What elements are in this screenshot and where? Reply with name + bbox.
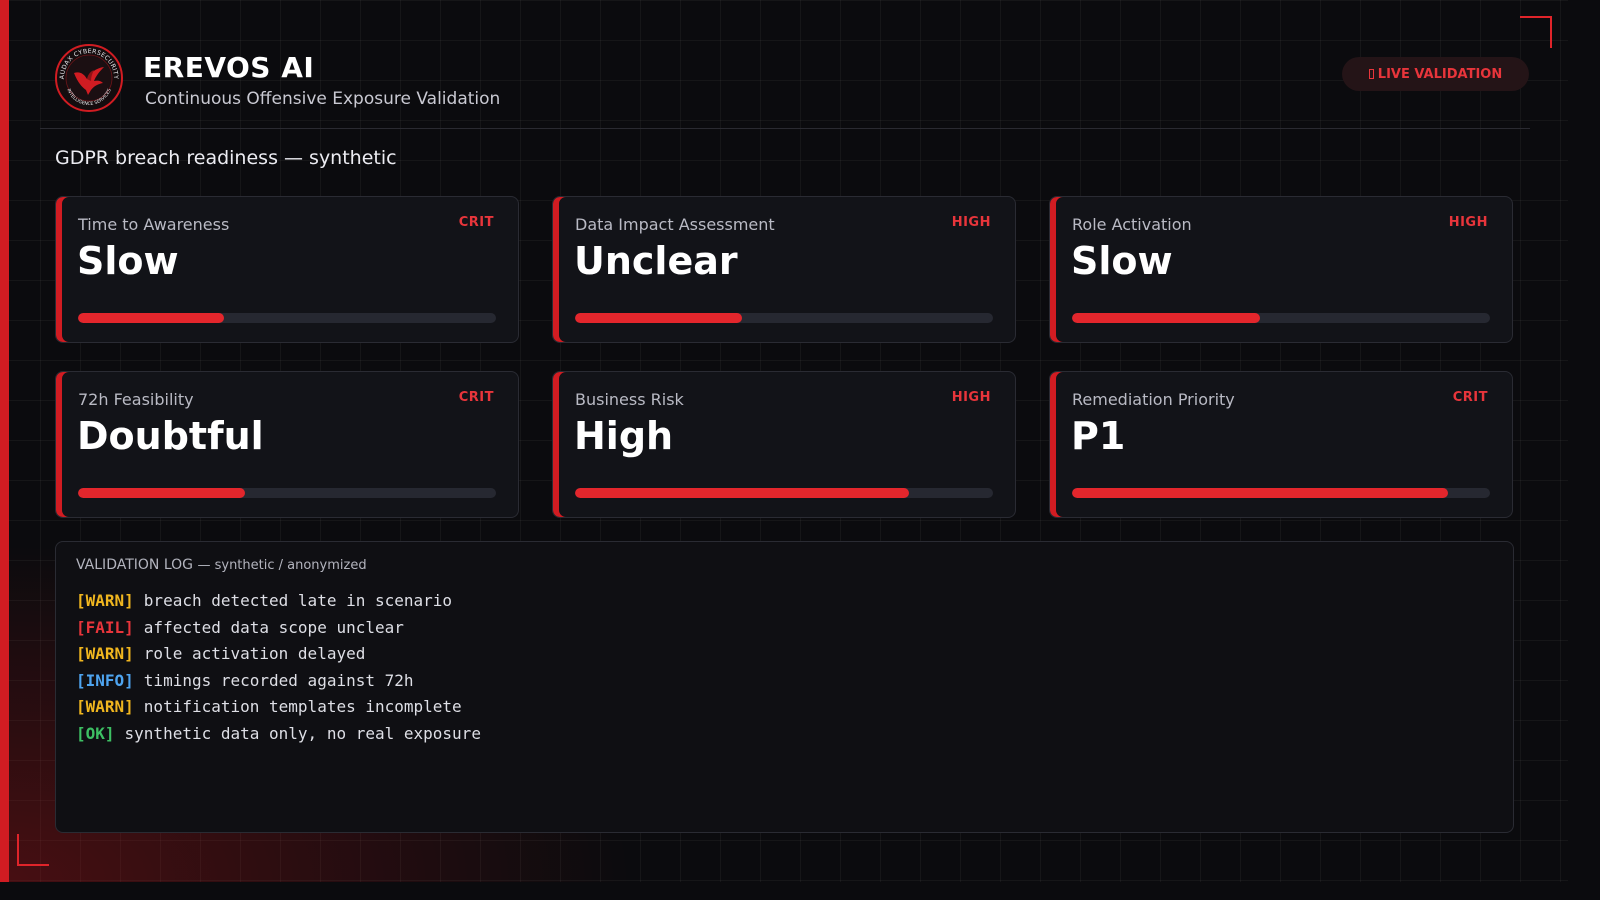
metric-label: 72h Feasibility [78,390,194,409]
progress-fill [575,488,910,498]
metric-value: High [574,414,674,458]
log-line: [FAIL] affected data scope unclear [76,615,481,642]
log-text: breach detected late in scenario [143,591,453,610]
metric-card-business-risk[interactable]: Business Risk HIGH High [552,371,1016,518]
log-line: [INFO] timings recorded against 72h [76,668,481,695]
phoenix-logo-icon: AUDAX CYBERSECURITY INTELLIGENCE SERVICE… [55,44,123,112]
accent-side-bar [0,0,9,882]
severity-badge: HIGH [951,390,991,405]
log-title-subtitle: — synthetic / anonymized [197,558,367,573]
metric-card-time-to-awareness[interactable]: Time to Awareness CRIT Slow [55,196,519,343]
log-tag: [WARN] [76,591,134,610]
metric-value: Slow [77,239,179,283]
section-title: GDPR breach readiness — synthetic [55,147,397,169]
log-line: [OK] synthetic data only, no real exposur… [76,721,481,748]
log-title: VALIDATION LOG — synthetic / anonymized [76,557,367,573]
metric-card-72h-feasibility[interactable]: 72h Feasibility CRIT Doubtful [55,371,519,518]
severity-badge: CRIT [458,215,494,230]
severity-badge: HIGH [1448,215,1488,230]
log-text: timings recorded against 72h [143,670,414,690]
metric-label: Role Activation [1072,215,1192,234]
progress-fill [78,313,225,323]
log-text: role activation delayed [143,644,366,663]
metric-value: Slow [1071,239,1173,283]
log-line: [WARN] notification templates incomplete [76,694,481,721]
corner-bracket-bottom-left [17,834,49,866]
metric-label: Business Risk [575,390,684,409]
metric-label: Data Impact Assessment [575,215,775,234]
metric-card-role-activation[interactable]: Role Activation HIGH Slow [1049,196,1513,343]
progress-track [78,313,496,323]
validation-log-panel[interactable]: VALIDATION LOG — synthetic / anonymized … [55,541,1514,833]
progress-track [1072,488,1490,498]
log-tag: [INFO] [76,670,134,690]
log-tag: [FAIL] [76,617,134,637]
progress-fill [1072,313,1261,323]
live-validation-label: LIVE VALIDATION [1377,66,1503,82]
progress-fill [78,488,246,498]
signal-icon [1368,69,1374,79]
progress-track [575,488,993,498]
app-subtitle: Continuous Offensive Exposure Validation [145,89,501,109]
metric-card-remediation-priority[interactable]: Remediation Priority CRIT P1 [1049,371,1513,518]
log-line: [WARN] role activation delayed [76,641,481,668]
severity-badge: CRIT [458,390,494,405]
header: AUDAX CYBERSECURITY INTELLIGENCE SERVICE… [40,0,1530,129]
severity-badge: HIGH [951,215,991,230]
log-text: affected data scope unclear [143,617,404,637]
metric-value: Unclear [574,239,738,283]
progress-fill [1072,488,1449,498]
app-title: EREVOS AI [143,51,315,84]
severity-badge: CRIT [1452,390,1488,405]
log-text: notification templates incomplete [143,697,462,716]
progress-track [1072,313,1490,323]
metric-label: Remediation Priority [1072,390,1235,409]
log-text: synthetic data only, no real exposure [124,723,481,743]
metric-card-data-impact-assessment[interactable]: Data Impact Assessment HIGH Unclear [552,196,1016,343]
log-tag: [WARN] [76,644,134,663]
progress-track [78,488,496,498]
log-tag: [WARN] [76,697,134,716]
log-tag: [OK] [76,723,115,743]
log-title-main: VALIDATION LOG [76,557,194,573]
log-lines: [WARN] breach detected late in scenario [… [76,588,481,747]
live-validation-badge[interactable]: LIVE VALIDATION [1342,57,1529,91]
progress-track [575,313,993,323]
log-line: [WARN] breach detected late in scenario [76,588,481,615]
metric-value: Doubtful [77,414,264,458]
progress-fill [575,313,743,323]
metric-value: P1 [1071,414,1126,458]
metric-label: Time to Awareness [78,215,230,234]
